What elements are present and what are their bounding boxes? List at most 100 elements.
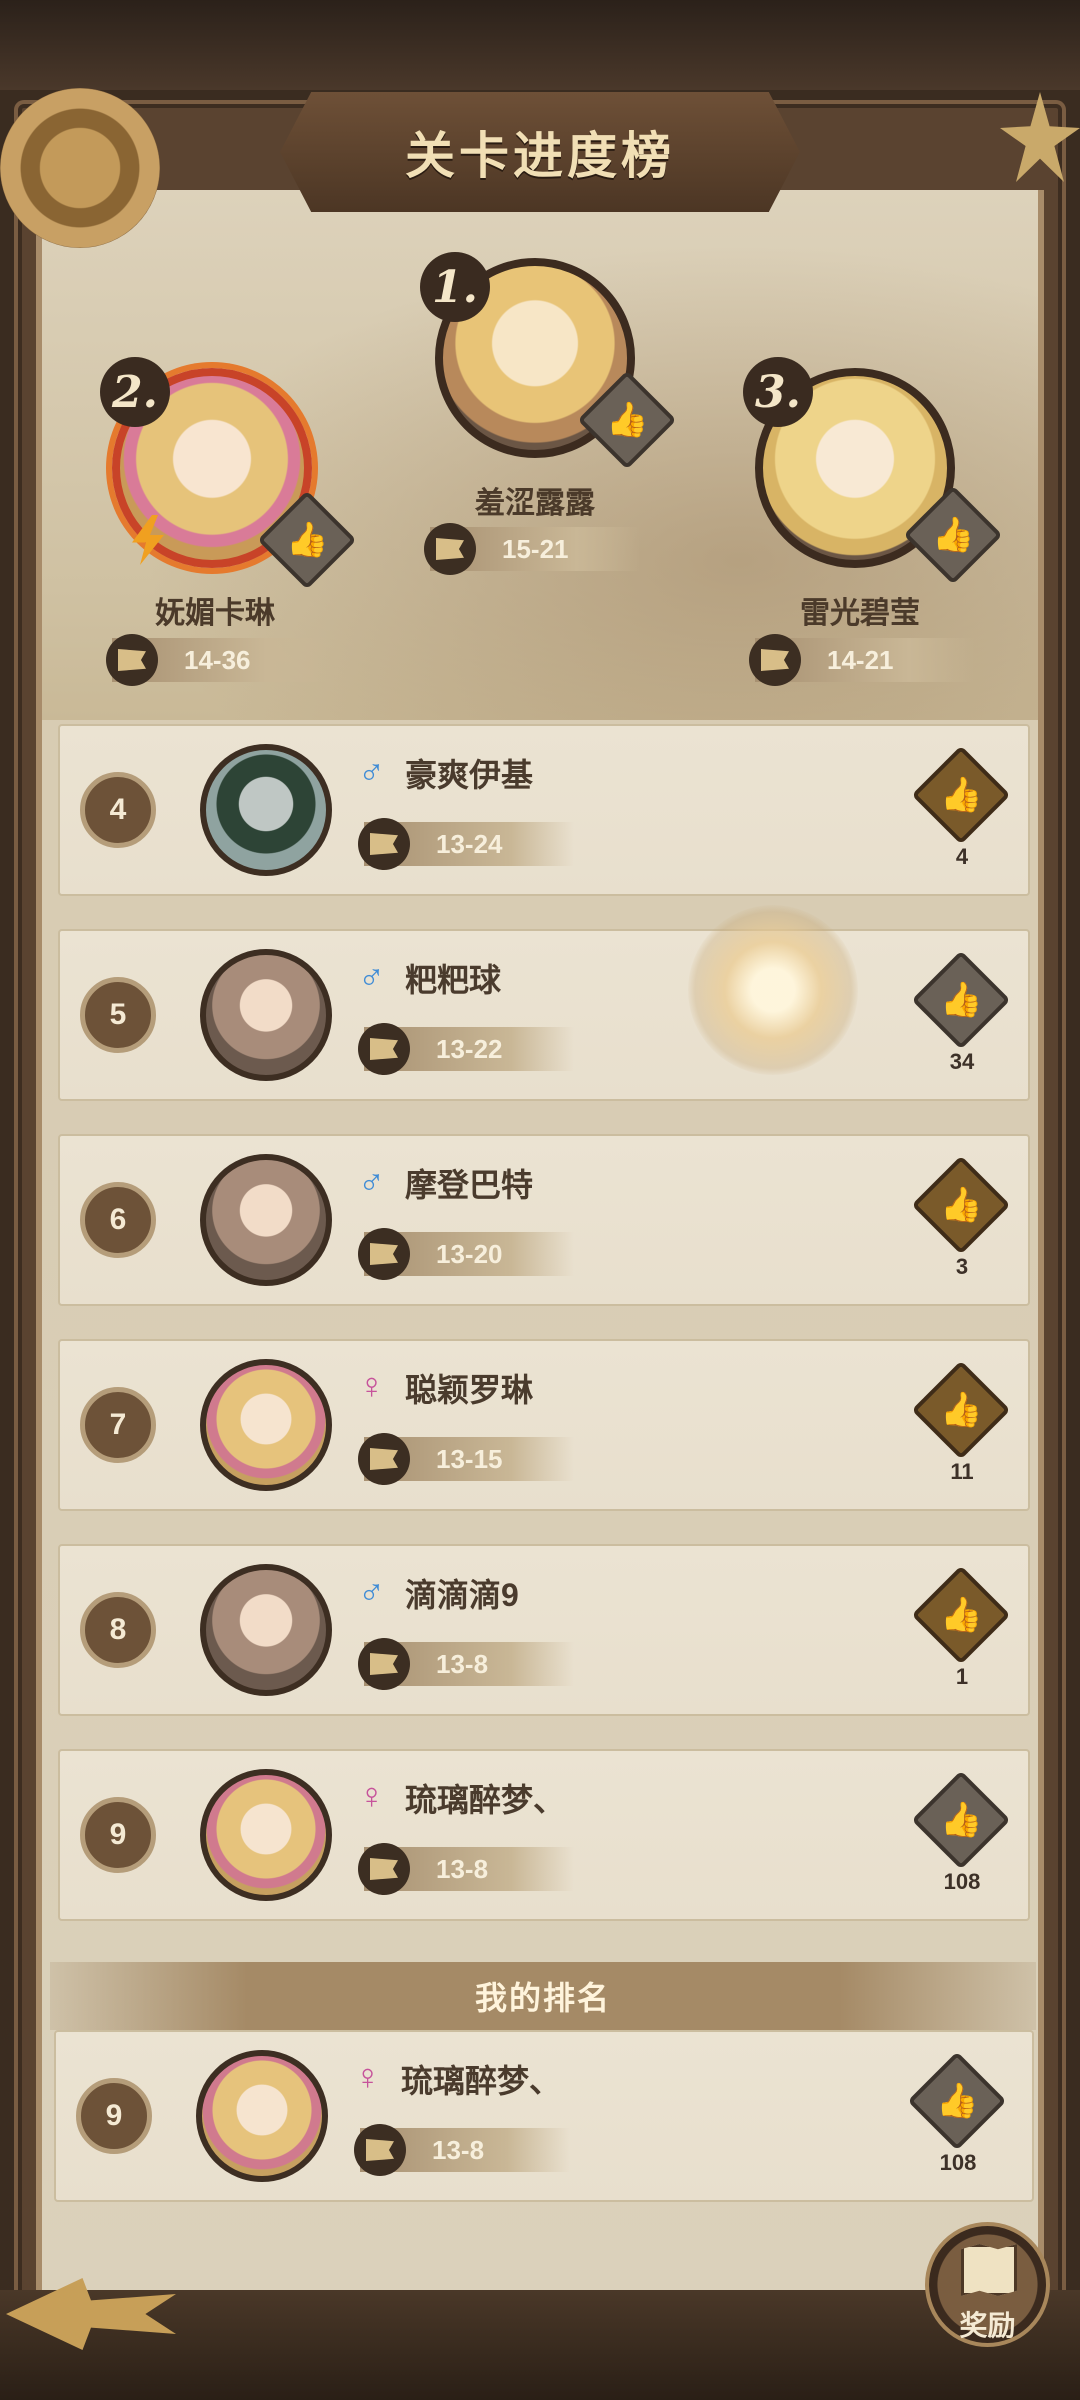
podium-third-stage: 14-21 <box>749 634 975 686</box>
thumbs-up-icon: 👍 <box>939 1391 983 1429</box>
rank-number: 5 <box>80 977 156 1053</box>
like-count: 11 <box>950 1459 974 1484</box>
player-name: 聪颖罗琳 <box>405 1372 534 1408</box>
ranking-row[interactable]: 6 ♂ 摩登巴特 13-20 👍 3 <box>58 1134 1030 1306</box>
stage-progress: 13-15 <box>358 1433 574 1485</box>
stage-progress: 13-8 <box>354 2124 570 2176</box>
like-count: 108 <box>943 1869 981 1894</box>
flag-icon <box>370 1038 398 1060</box>
stage-flag-badge <box>358 818 410 870</box>
rank-number: 9 <box>76 2078 152 2154</box>
stage-progress: 13-20 <box>358 1228 574 1280</box>
stage-flag-badge <box>358 1023 410 1075</box>
thumbs-up-icon: 👍 <box>935 2082 979 2120</box>
male-icon: ♂ <box>358 1160 385 1201</box>
my-rank-row[interactable]: 9 ♀ 琉璃醉梦、 13-8 👍 108 <box>54 2030 1034 2202</box>
stage-progress: 13-8 <box>358 1638 574 1690</box>
like-count: 1 <box>955 1664 969 1689</box>
female-icon: ♀ <box>354 2056 381 2097</box>
player-name: 粑粑球 <box>405 962 502 998</box>
like-count: 108 <box>939 2150 977 2175</box>
female-icon: ♀ <box>358 1365 385 1406</box>
rank-number: 7 <box>80 1387 156 1463</box>
podium-second-stage: 14-36 <box>106 634 332 686</box>
thumbs-up-icon: 👍 <box>285 521 329 559</box>
flag-icon <box>370 1858 398 1880</box>
like-count: 3 <box>955 1254 969 1279</box>
flag-icon <box>370 1243 398 1265</box>
my-rank-header: 我的排名 <box>50 1962 1036 2030</box>
rank-number: 9 <box>80 1797 156 1873</box>
flag-icon <box>370 1448 398 1470</box>
avatar[interactable] <box>196 2050 328 2182</box>
podium-first-name: 羞涩露露 <box>475 487 595 520</box>
thumbs-up-icon: 👍 <box>939 1596 983 1634</box>
like-button[interactable]: 👍 <box>911 1155 1011 1255</box>
ranking-row[interactable]: 7 ♀ 聪颖罗琳 13-15 👍 11 <box>58 1339 1030 1511</box>
ranking-row[interactable]: 8 ♂ 滴滴滴9 13-8 👍 1 <box>58 1544 1030 1716</box>
thumbs-up-icon: 👍 <box>939 1801 983 1839</box>
gear-ornament-icon <box>0 88 160 248</box>
player-name: 琉璃醉梦、 <box>401 2063 562 2099</box>
rank-number: 4 <box>80 772 156 848</box>
stage-flag-badge <box>424 523 476 575</box>
stage-flag-badge <box>358 1433 410 1485</box>
reward-button[interactable]: 奖励 <box>925 2222 1050 2347</box>
like-button[interactable]: 👍 <box>911 950 1011 1050</box>
ranking-row[interactable]: 4 ♂ 豪爽伊基 13-24 👍 4 <box>58 724 1030 896</box>
stage-flag-badge <box>358 1638 410 1690</box>
my-rank-label: 我的排名 <box>474 1980 611 2016</box>
player-name: 摩登巴特 <box>405 1167 534 1203</box>
title-banner: 关卡进度榜 <box>280 92 800 212</box>
podium-first-rank: 1. <box>420 252 490 322</box>
stage-progress: 13-22 <box>358 1023 574 1075</box>
podium-second-name: 妩媚卡琳 <box>155 597 275 630</box>
podium-second-rank: 2. <box>100 357 170 427</box>
flag-icon <box>118 649 146 671</box>
thumbs-up-icon: 👍 <box>931 516 975 554</box>
male-icon: ♂ <box>358 750 385 791</box>
thumbs-up-icon: 👍 <box>939 981 983 1019</box>
like-button[interactable]: 👍 <box>911 1770 1011 1870</box>
map-icon <box>961 2244 1017 2296</box>
like-button[interactable]: 👍 <box>907 2051 1007 2151</box>
ranking-row[interactable]: 9 ♀ 琉璃醉梦、 13-8 👍 108 <box>58 1749 1030 1921</box>
podium-first-stage: 15-21 <box>424 523 640 575</box>
player-name: 琉璃醉梦、 <box>405 1782 566 1818</box>
stage-flag-badge <box>358 1228 410 1280</box>
like-button[interactable]: 👍 <box>911 745 1011 845</box>
back-button[interactable] <box>6 2270 176 2350</box>
like-count: 4 <box>955 844 969 869</box>
flag-icon <box>370 833 398 855</box>
avatar[interactable] <box>200 1154 332 1286</box>
thumbs-up-icon: 👍 <box>605 401 649 439</box>
reward-label: 奖励 <box>959 2310 1016 2341</box>
stage-flag-badge <box>354 2124 406 2176</box>
stage-flag-badge <box>358 1843 410 1895</box>
avatar[interactable] <box>200 1769 332 1901</box>
like-button[interactable]: 👍 <box>911 1565 1011 1665</box>
flag-icon <box>366 2139 394 2161</box>
flag-icon <box>436 538 464 560</box>
thumbs-up-icon: 👍 <box>939 776 983 814</box>
back-arrow-icon <box>6 2278 176 2350</box>
male-icon: ♂ <box>358 955 385 996</box>
male-icon: ♂ <box>358 1570 385 1611</box>
podium-third-rank: 3. <box>743 357 813 427</box>
ranking-row[interactable]: 5 ♂ 粑粑球 13-22 👍 34 <box>58 929 1030 1101</box>
avatar[interactable] <box>200 1564 332 1696</box>
like-button[interactable]: 👍 <box>911 1360 1011 1460</box>
rank-number: 6 <box>80 1182 156 1258</box>
stage-progress: 13-24 <box>358 818 574 870</box>
page-title: 关卡进度榜 <box>405 128 675 184</box>
female-icon: ♀ <box>358 1775 385 1816</box>
flag-icon <box>761 649 789 671</box>
avatar[interactable] <box>200 744 332 876</box>
player-name: 豪爽伊基 <box>405 757 534 793</box>
like-count: 34 <box>949 1049 975 1074</box>
avatar[interactable] <box>200 949 332 1081</box>
avatar[interactable] <box>200 1359 332 1491</box>
top-strip <box>0 0 1080 90</box>
flag-icon <box>370 1653 398 1675</box>
stage-flag-badge <box>749 634 801 686</box>
